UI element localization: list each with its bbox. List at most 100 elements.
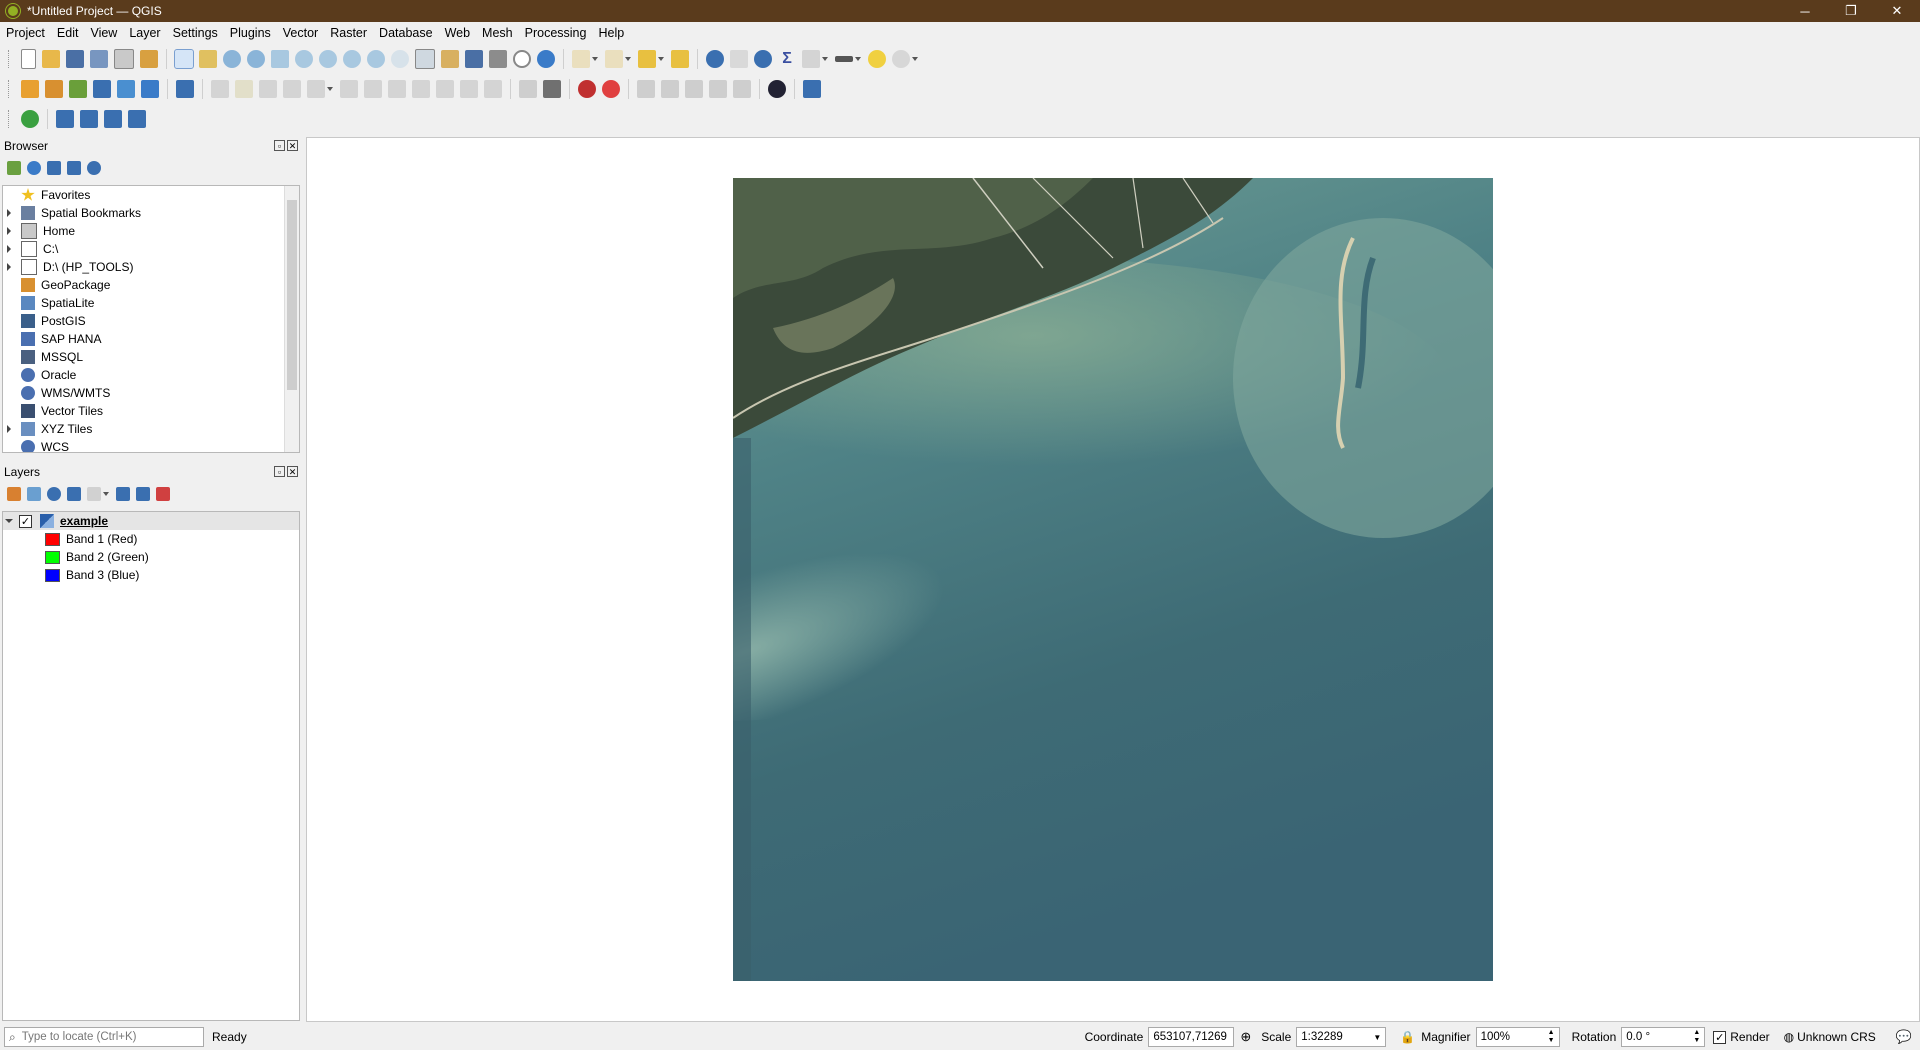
attribute-table-icon[interactable] (730, 50, 748, 68)
crs-button[interactable]: Unknown CRS (1797, 1030, 1876, 1044)
add-group-icon[interactable] (27, 487, 41, 501)
menu-database[interactable]: Database (373, 26, 439, 40)
coordinate-input[interactable]: 653107,71269 (1148, 1027, 1235, 1047)
zoom-out-icon[interactable] (247, 50, 265, 68)
identify-icon[interactable] (706, 50, 724, 68)
menu-layer[interactable]: Layer (123, 26, 166, 40)
scale-combo[interactable]: 1:32289 ▼ (1296, 1027, 1387, 1047)
cut-features-icon[interactable] (388, 80, 406, 98)
menu-project[interactable]: Project (0, 26, 51, 40)
help-icon[interactable] (803, 80, 821, 98)
pan-to-selection-icon[interactable] (199, 50, 217, 68)
browser-item[interactable]: WMS/WMTS (3, 384, 299, 402)
field-calculator-icon[interactable] (802, 50, 820, 68)
new-bookmark-icon[interactable] (465, 50, 483, 68)
locator-zoom-icon[interactable] (892, 50, 910, 68)
add-delimited-icon[interactable] (117, 80, 135, 98)
expand-arrow-icon[interactable] (3, 258, 13, 276)
close-panel-icon[interactable]: ✕ (287, 140, 298, 151)
gps-info-icon[interactable] (768, 80, 786, 98)
float-panel-icon[interactable]: ▫ (274, 466, 285, 477)
browser-item[interactable]: WCS (3, 438, 299, 452)
qgis-cloud-icon[interactable] (21, 110, 39, 128)
delete-selected-icon[interactable] (364, 80, 382, 98)
redo-icon[interactable] (484, 80, 502, 98)
menu-vector[interactable]: Vector (277, 26, 324, 40)
filter-browser-icon[interactable] (47, 161, 61, 175)
show-pinned-labels-icon[interactable] (578, 80, 596, 98)
select-by-value-icon[interactable] (605, 50, 623, 68)
browser-item[interactable]: SAP HANA (3, 330, 299, 348)
vertex-tool-icon[interactable] (307, 80, 325, 98)
add-wms-icon[interactable] (141, 80, 159, 98)
remove-layer-icon[interactable] (156, 487, 170, 501)
expand-arrow-icon[interactable] (3, 240, 13, 258)
new-project-icon[interactable] (21, 49, 36, 69)
browser-item[interactable]: C:\ (3, 240, 299, 258)
filter-expression-icon[interactable] (87, 487, 101, 501)
expand-arrow-icon[interactable] (3, 420, 13, 438)
print-layout-icon[interactable] (114, 49, 134, 69)
new-3d-view-icon[interactable] (441, 50, 459, 68)
magnifier-spinbox[interactable]: 100% ▲ ▼ (1475, 1027, 1560, 1047)
edits-icon[interactable] (211, 80, 229, 98)
zoom-next-icon[interactable] (391, 50, 409, 68)
new-map-view-icon[interactable] (415, 49, 435, 69)
toggle-editing-icon[interactable] (235, 80, 253, 98)
save-as-icon[interactable] (90, 50, 108, 68)
add-feature-icon[interactable] (283, 80, 301, 98)
lock-scale-icon[interactable]: 🔒 (1400, 1030, 1415, 1044)
manage-themes-icon[interactable] (47, 487, 61, 501)
locator-search-input[interactable]: ⌕ Type to locate (Ctrl+K) (4, 1027, 204, 1047)
float-panel-icon[interactable]: ▫ (274, 140, 285, 151)
expand-arrow-icon[interactable] (3, 222, 13, 240)
browser-item[interactable]: XYZ Tiles (3, 420, 299, 438)
browser-item[interactable]: GeoPackage (3, 276, 299, 294)
menu-help[interactable]: Help (592, 26, 630, 40)
zoom-last-icon[interactable] (367, 50, 385, 68)
zoom-full-icon[interactable] (271, 50, 289, 68)
refresh-browser-icon[interactable] (27, 161, 41, 175)
add-selected-layers-icon[interactable] (7, 161, 21, 175)
collapse-all-layers-icon[interactable] (136, 487, 150, 501)
zoom-native-icon[interactable] (343, 50, 361, 68)
html-export-icon[interactable] (128, 110, 146, 128)
browser-item[interactable]: SpatiaLite (3, 294, 299, 312)
messages-icon[interactable]: 💬 (1896, 1029, 1912, 1045)
save-edits-icon[interactable] (259, 80, 277, 98)
data-source-manager-icon[interactable] (21, 80, 39, 98)
browser-item[interactable]: Vector Tiles (3, 402, 299, 420)
browser-item[interactable]: Home (3, 222, 299, 240)
rotate-label-icon[interactable] (661, 80, 679, 98)
browser-item[interactable]: Oracle (3, 366, 299, 384)
menu-mesh[interactable]: Mesh (476, 26, 519, 40)
menu-web[interactable]: Web (439, 26, 476, 40)
modify-attributes-icon[interactable] (340, 80, 358, 98)
kml-export-icon[interactable] (80, 110, 98, 128)
change-label-icon[interactable] (685, 80, 703, 98)
properties-info-icon[interactable] (87, 161, 101, 175)
undo-icon[interactable] (460, 80, 478, 98)
toggle-extents-icon[interactable]: ⊕ (1240, 1029, 1251, 1045)
statistics-sigma-icon[interactable]: Σ (778, 50, 796, 68)
layer-styling-icon[interactable] (7, 487, 21, 501)
layer-name[interactable]: example (60, 514, 108, 528)
collapse-arrow-icon[interactable] (3, 512, 13, 530)
measure-icon[interactable] (835, 56, 853, 62)
add-raster-icon[interactable] (93, 80, 111, 98)
filter-legend-icon[interactable] (67, 487, 81, 501)
zoom-selection-icon[interactable] (295, 50, 313, 68)
menu-edit[interactable]: Edit (51, 26, 85, 40)
zoom-in-icon[interactable] (223, 50, 241, 68)
menu-raster[interactable]: Raster (324, 26, 373, 40)
python-console-icon[interactable] (56, 110, 74, 128)
menu-processing[interactable]: Processing (519, 26, 593, 40)
deselect-icon[interactable] (638, 50, 656, 68)
collapse-all-icon[interactable] (67, 161, 81, 175)
show-bookmarks-icon[interactable] (489, 50, 507, 68)
map-canvas[interactable] (306, 137, 1920, 1022)
browser-item[interactable]: MSSQL (3, 348, 299, 366)
label-properties-icon[interactable] (733, 80, 751, 98)
browser-item[interactable]: PostGIS (3, 312, 299, 330)
browser-item[interactable]: D:\ (HP_TOOLS) (3, 258, 299, 276)
